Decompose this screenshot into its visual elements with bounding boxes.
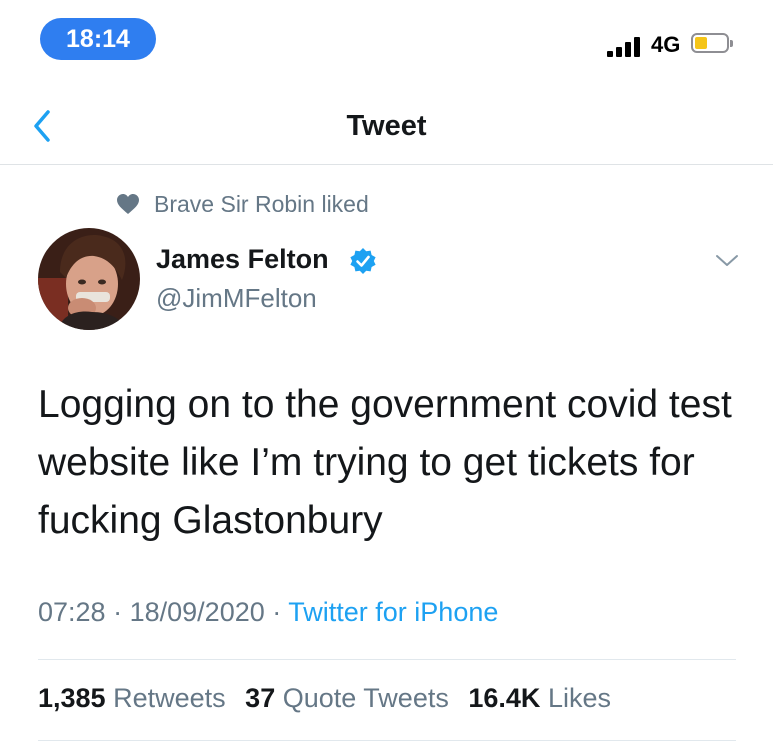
social-context[interactable]: Brave Sir Robin liked: [116, 188, 369, 220]
divider: [38, 659, 736, 660]
tweet-text: Logging on to the government covid test …: [38, 383, 732, 542]
likes-count: 16.4K: [468, 683, 541, 713]
engagement-stats: 1,385 Retweets 37 Quote Tweets 16.4K Lik…: [38, 683, 623, 714]
likes-stat[interactable]: 16.4K Likes: [468, 683, 611, 713]
retweets-count: 1,385: [38, 683, 106, 713]
likes-label: Likes: [547, 683, 611, 713]
tweet-source-link[interactable]: Twitter for iPhone: [288, 597, 498, 627]
page-title: Tweet: [346, 110, 427, 142]
avatar[interactable]: [38, 228, 140, 330]
retweets-label: Retweets: [113, 683, 226, 713]
chevron-down-icon[interactable]: [715, 253, 739, 269]
retweets-stat[interactable]: 1,385 Retweets: [38, 683, 226, 713]
meta-separator: ·: [272, 597, 282, 627]
cellular-signal-icon: [607, 37, 645, 57]
navigation-bar: Tweet: [0, 90, 773, 165]
network-type: 4G: [651, 32, 681, 57]
author-handle[interactable]: @JimMFelton: [156, 283, 317, 314]
tweet-time: 07:28: [38, 597, 106, 627]
battery-level: [695, 37, 707, 49]
battery-icon: [691, 33, 733, 53]
status-time[interactable]: 18:14: [40, 18, 156, 60]
tweet-date: 18/09/2020: [129, 597, 265, 627]
divider: [38, 740, 736, 741]
heart-icon: [117, 194, 139, 214]
tweet-metadata: 07:28 · 18/09/2020 · Twitter for iPhone: [38, 597, 498, 628]
social-context-text: Brave Sir Robin liked: [154, 190, 369, 217]
author-name[interactable]: James Felton: [156, 244, 329, 275]
quote-tweets-stat[interactable]: 37 Quote Tweets: [245, 683, 449, 713]
status-bar: 18:14 4G: [0, 0, 773, 66]
verified-badge-icon: [350, 248, 376, 274]
quote-tweets-count: 37: [245, 683, 276, 713]
meta-separator: ·: [113, 597, 123, 627]
quote-tweets-label: Quote Tweets: [282, 683, 449, 713]
